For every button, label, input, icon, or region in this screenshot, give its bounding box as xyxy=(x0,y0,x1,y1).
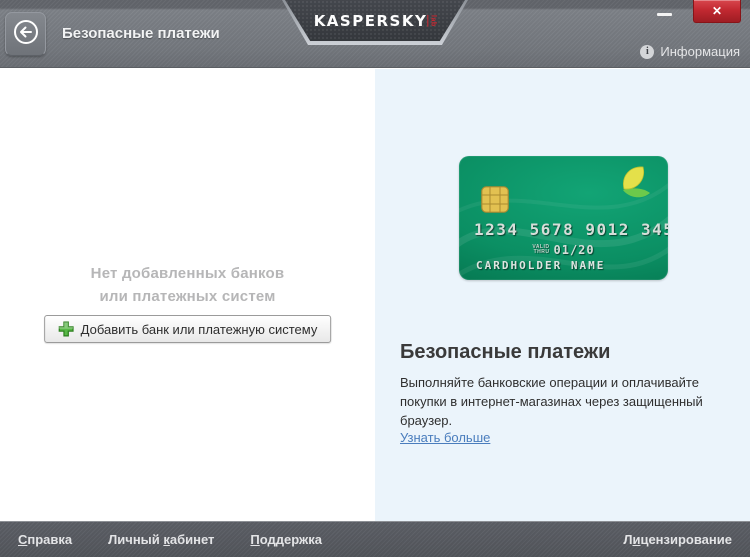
add-bank-button[interactable]: Добавить банк или платежную систему xyxy=(43,315,332,343)
kaspersky-lab-text: lab xyxy=(429,14,437,27)
empty-state-line1: Нет добавленных банков xyxy=(90,265,285,282)
cardholder-name: CARDHOLDER NAME xyxy=(476,259,606,272)
footer-bar: Справка Личный кабинет Поддержка Лицензи… xyxy=(0,521,750,557)
kaspersky-logo: KASPERSKY lab xyxy=(285,0,465,41)
close-icon: ✕ xyxy=(711,4,723,18)
kaspersky-window: Безопасные платежи KASPERSKY lab ✕ i Инф… xyxy=(0,0,750,557)
back-arrow-icon xyxy=(12,18,40,51)
card-number: 1234 5678 9012 3456 xyxy=(474,220,668,239)
leaf-logo-icon xyxy=(611,163,655,208)
credit-card-image: 1234 5678 9012 3456 VALID THRU 01/20 CAR… xyxy=(459,156,668,280)
minimize-icon xyxy=(656,12,672,16)
titlebar: Безопасные платежи KASPERSKY lab ✕ i Инф… xyxy=(0,0,750,68)
card-chip-icon xyxy=(481,186,509,218)
card-reflection: 1234 5678 9012 3456 VALID THRU 01/20 CAR… xyxy=(459,282,668,340)
footer-link-my-account[interactable]: Личный кабинет xyxy=(108,532,214,547)
empty-state-text: Нет добавленных банков или платежных сис… xyxy=(0,262,375,308)
valid-thru-label: VALID THRU xyxy=(532,244,550,255)
learn-more-link[interactable]: Узнать больше xyxy=(400,430,490,445)
footer-link-support[interactable]: Поддержка xyxy=(250,532,322,547)
minimize-button[interactable] xyxy=(648,4,680,24)
safe-money-description: Выполняйте банковские операции и оплачив… xyxy=(400,375,703,428)
back-button[interactable] xyxy=(5,12,46,56)
main-content: Нет добавленных банков или платежных сис… xyxy=(0,69,750,521)
kaspersky-logo-text: KASPERSKY xyxy=(313,11,428,30)
kaspersky-logo-tab: KASPERSKY lab xyxy=(282,0,468,45)
page-title: Безопасные платежи xyxy=(62,25,220,42)
info-link[interactable]: i Информация xyxy=(640,44,740,59)
info-label: Информация xyxy=(660,44,740,59)
empty-state-line2: или платежных систем xyxy=(99,288,276,305)
banks-list-panel: Нет добавленных банков или платежных сис… xyxy=(0,69,375,521)
safe-money-heading: Безопасные платежи xyxy=(400,341,611,363)
plus-icon xyxy=(57,321,74,337)
safe-money-info-panel: 1234 5678 9012 3456 VALID THRU 01/20 CAR… xyxy=(375,69,750,521)
card-expiry: 01/20 xyxy=(553,243,595,257)
footer-link-licensing[interactable]: Лицензирование xyxy=(623,532,732,547)
info-icon: i xyxy=(640,44,655,59)
close-button[interactable]: ✕ xyxy=(693,0,741,23)
add-bank-button-label: Добавить банк или платежную систему xyxy=(80,321,318,337)
card-valid-thru-row: VALID THRU 01/20 xyxy=(459,243,668,257)
footer-link-help[interactable]: Справка xyxy=(18,532,72,547)
